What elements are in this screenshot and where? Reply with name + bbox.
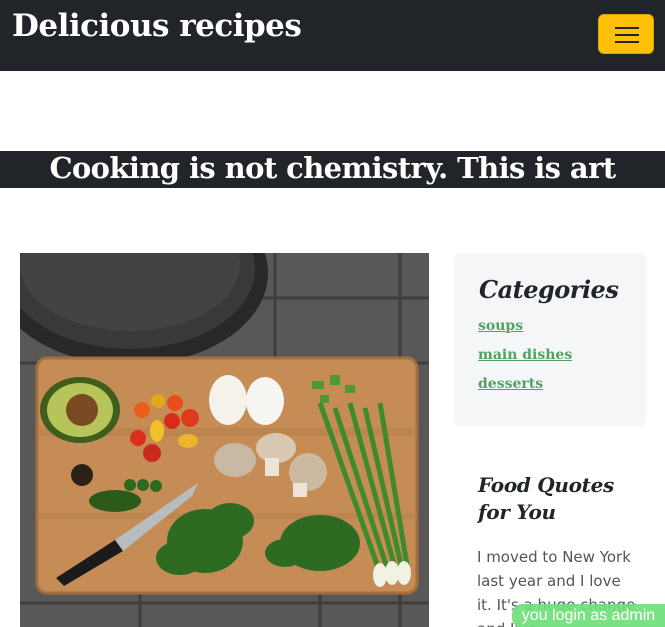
brand-logo[interactable]: Delicious recipes	[12, 8, 302, 44]
recipe-photo	[20, 253, 429, 627]
category-link-soups[interactable]: soups	[478, 318, 523, 334]
menu-toggle-button[interactable]	[598, 14, 654, 54]
navbar: Delicious recipes	[0, 0, 665, 71]
category-link-desserts[interactable]: desserts	[478, 376, 543, 392]
hero-banner: Cooking is not chemistry. This is art	[0, 151, 665, 188]
hero-title: Cooking is not chemistry. This is art	[49, 151, 616, 185]
hamburger-icon	[615, 34, 639, 36]
hamburger-icon	[615, 27, 639, 29]
cutting-board-vegetables-photo	[20, 253, 429, 627]
admin-login-toast: you login as admin	[512, 604, 665, 627]
categories-widget: Categories soups main dishes desserts	[454, 253, 646, 426]
categories-title: Categories	[479, 275, 619, 304]
category-link-main-dishes[interactable]: main dishes	[478, 347, 572, 363]
food-quotes-title: Food Quotes for You	[478, 473, 614, 524]
hamburger-icon	[615, 41, 639, 43]
